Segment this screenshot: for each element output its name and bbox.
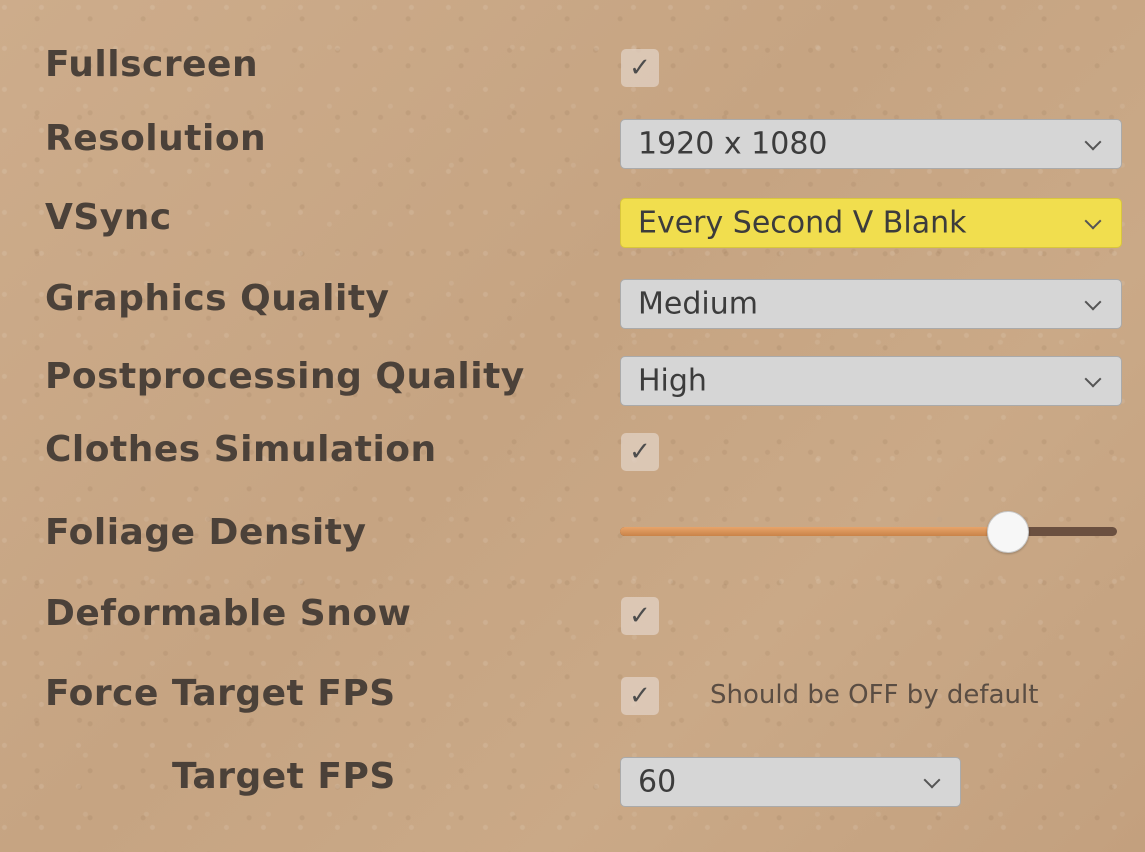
deformable-snow-checkbox[interactable]: ✓: [621, 597, 659, 635]
vsync-value: Every Second V Blank: [638, 205, 967, 241]
resolution-value: 1920 x 1080: [638, 126, 828, 162]
settings-panel: Fullscreen ✓ Resolution 1920 x 1080 VSyn…: [0, 0, 1145, 852]
checkmark-icon: ✓: [629, 681, 651, 711]
checkmark-icon: ✓: [629, 601, 651, 631]
clothes-simulation-checkbox[interactable]: ✓: [621, 433, 659, 471]
postprocessing-quality-dropdown[interactable]: High: [620, 356, 1122, 406]
chevron-down-icon: [1084, 212, 1102, 230]
slider-handle[interactable]: [986, 511, 1029, 553]
graphics-quality-dropdown[interactable]: Medium: [620, 279, 1122, 329]
foliage-density-slider[interactable]: [620, 511, 1117, 553]
target-fps-value: 60: [638, 764, 677, 800]
force-target-fps-note: Should be OFF by default: [710, 680, 1039, 710]
deformable-snow-label: Deformable Snow: [45, 593, 412, 634]
fullscreen-label: Fullscreen: [45, 44, 259, 85]
checkmark-icon: ✓: [629, 53, 651, 83]
graphics-quality-value: Medium: [638, 286, 758, 322]
slider-fill: [620, 527, 1008, 536]
force-target-fps-checkbox[interactable]: ✓: [621, 677, 659, 715]
postprocessing-quality-label: Postprocessing Quality: [45, 356, 525, 397]
vsync-dropdown[interactable]: Every Second V Blank: [620, 198, 1122, 248]
foliage-density-label: Foliage Density: [45, 512, 367, 553]
chevron-down-icon: [1084, 133, 1102, 151]
resolution-dropdown[interactable]: 1920 x 1080: [620, 119, 1122, 169]
vsync-label: VSync: [45, 197, 172, 238]
resolution-label: Resolution: [45, 118, 267, 159]
chevron-down-icon: [1084, 370, 1102, 388]
clothes-simulation-label: Clothes Simulation: [45, 429, 437, 470]
force-target-fps-label: Force Target FPS: [45, 673, 396, 714]
graphics-quality-label: Graphics Quality: [45, 278, 390, 319]
target-fps-label: Target FPS: [172, 756, 396, 797]
target-fps-dropdown[interactable]: 60: [620, 757, 961, 807]
fullscreen-checkbox[interactable]: ✓: [621, 49, 659, 87]
postprocessing-quality-value: High: [638, 363, 707, 399]
chevron-down-icon: [923, 771, 941, 789]
chevron-down-icon: [1084, 293, 1102, 311]
checkmark-icon: ✓: [629, 437, 651, 467]
